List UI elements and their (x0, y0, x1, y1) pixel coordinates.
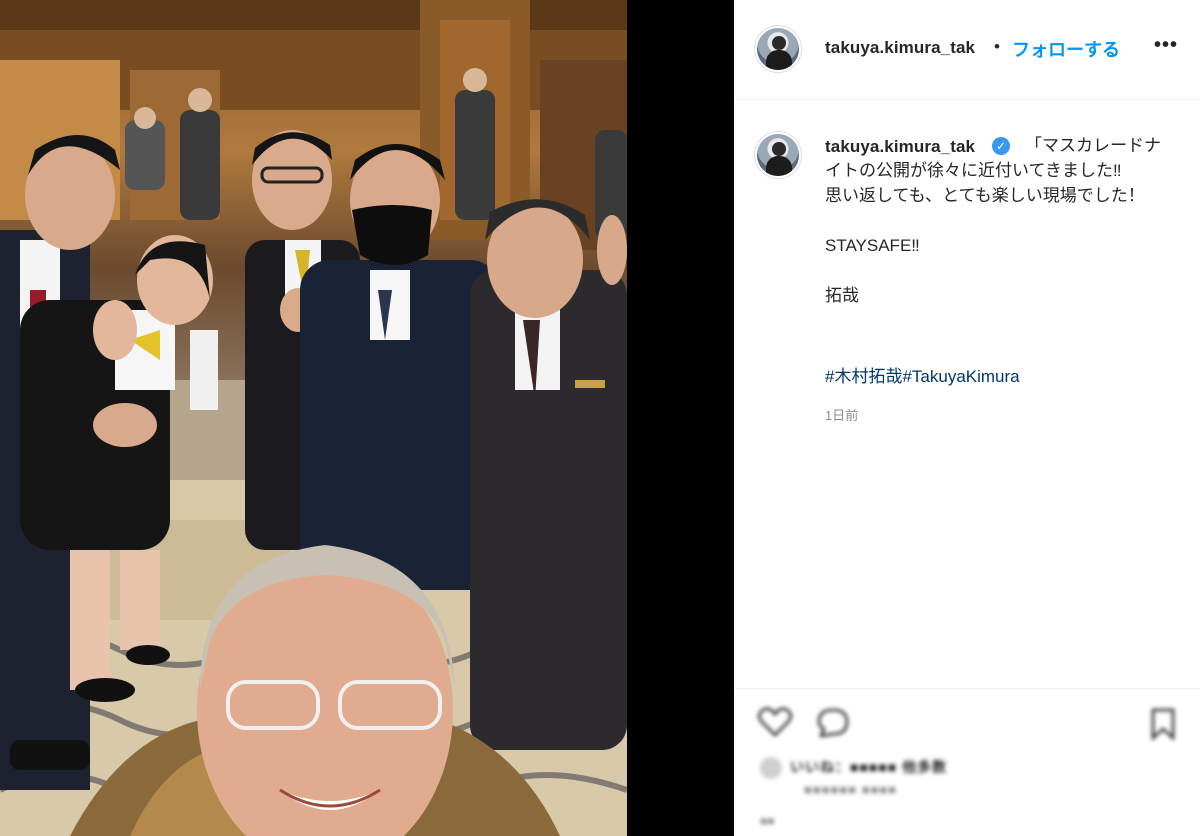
heart-icon[interactable] (758, 707, 792, 737)
caption-text: 「マスカレードナイトの公開が徐々に近付いてきました‼︎ 思い返しても、とても楽し… (825, 136, 1161, 305)
post-detail-panel: takuya.kimura_tak • フォローする ••• takuya.ki… (734, 0, 1200, 836)
post-photo (0, 0, 627, 836)
comment-icon[interactable] (816, 707, 850, 737)
footer-text: ■■ (760, 814, 775, 828)
liked-by-avatar[interactable] (760, 757, 782, 779)
more-options-icon[interactable]: ••• (1154, 34, 1178, 57)
bookmark-icon[interactable] (1146, 707, 1180, 741)
author-avatar[interactable] (755, 26, 801, 72)
photo-letterbox (627, 0, 734, 836)
caption-author-avatar[interactable] (755, 132, 801, 178)
follow-button[interactable]: フォローする (1012, 36, 1120, 62)
post-header: takuya.kimura_tak • フォローする ••• (734, 0, 1200, 100)
post-timestamp[interactable]: 1日前 (825, 405, 858, 424)
photo-illustration (0, 0, 627, 836)
post-actions: いいね：■■■■■ 他多数 ■■■■■■ ■■■■ ■■ (734, 688, 1200, 836)
caption-hashtags[interactable]: #木村拓哉#TakuyaKimura (825, 362, 1020, 387)
author-username[interactable]: takuya.kimura_tak (825, 38, 975, 58)
liked-by-subtext: ■■■■■■ ■■■■ (804, 782, 898, 797)
header-separator: • (994, 37, 1000, 56)
liked-by-text[interactable]: いいね：■■■■■ 他多数 (790, 757, 947, 777)
